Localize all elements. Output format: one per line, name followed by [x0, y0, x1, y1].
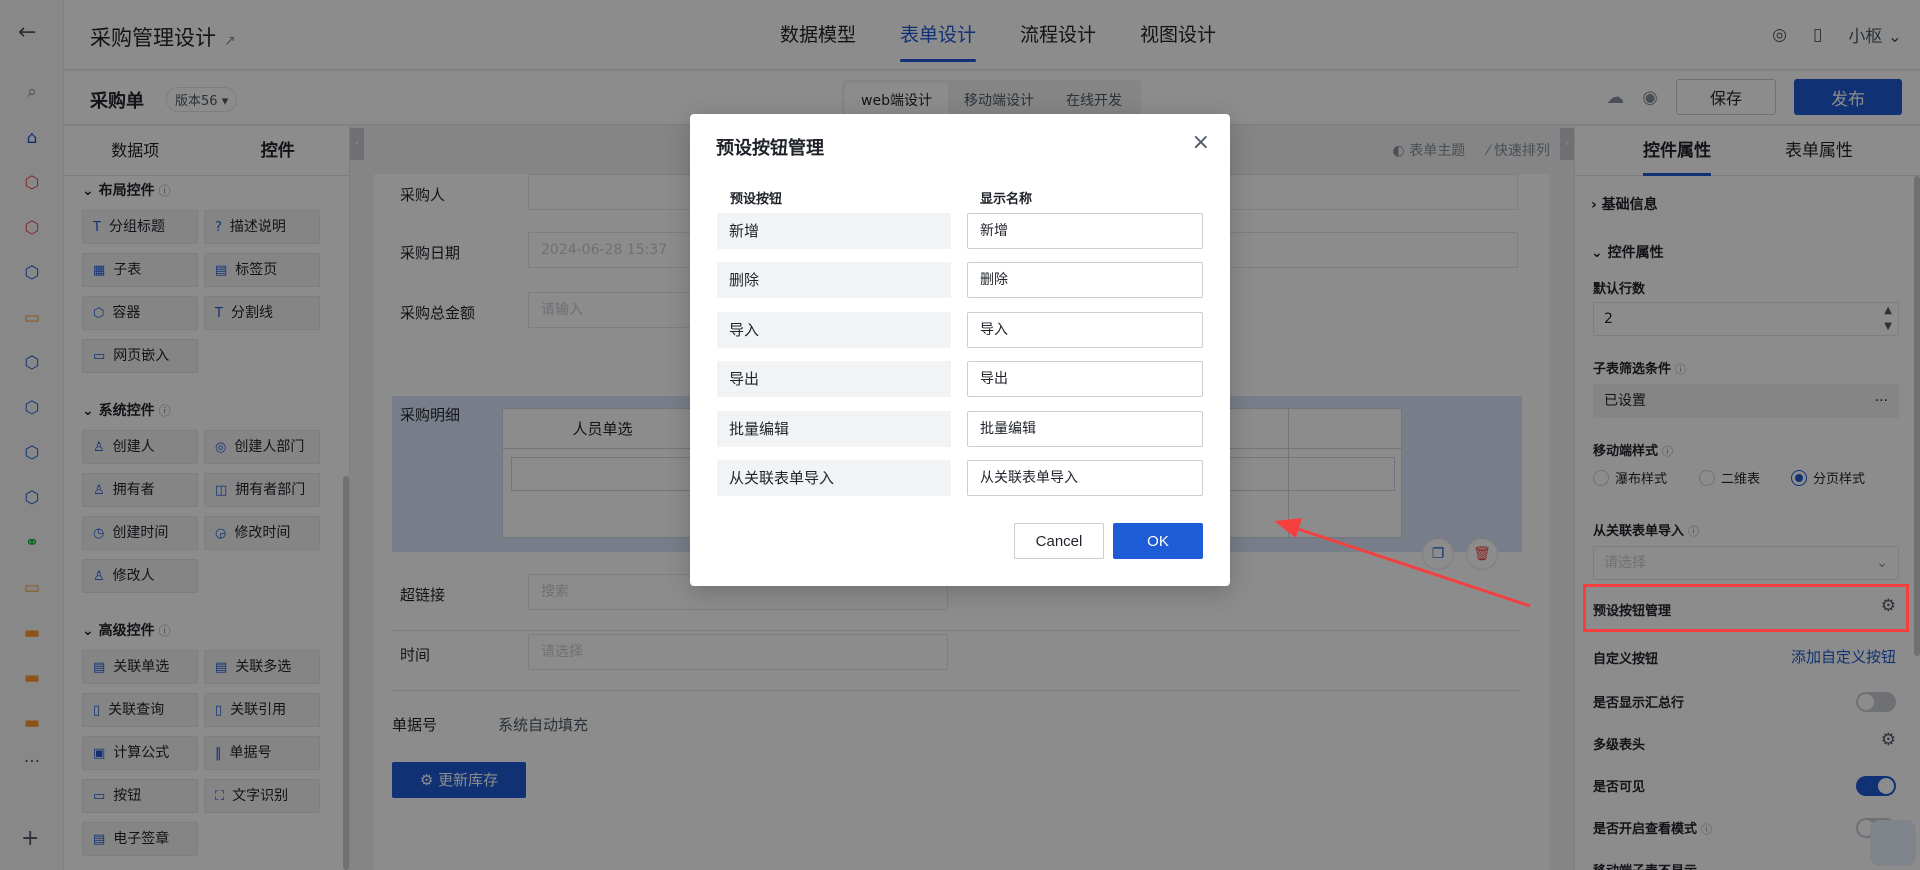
display-name-input[interactable]: 导入	[967, 312, 1203, 348]
close-icon[interactable]: ×	[1192, 130, 1210, 155]
col-header-display: 显示名称	[980, 192, 1033, 207]
col-header-preset: 预设按钮	[730, 192, 783, 207]
preset-name: 导出	[717, 361, 951, 397]
preset-name: 删除	[717, 262, 951, 298]
preset-name: 从关联表单导入	[717, 460, 951, 496]
preset-name: 批量编辑	[717, 411, 951, 447]
cancel-button[interactable]: Cancel	[1014, 523, 1104, 559]
display-name-input[interactable]: 新增	[967, 213, 1203, 249]
annotation-highlight-box	[1583, 584, 1909, 632]
display-name-input[interactable]: 删除	[967, 262, 1203, 298]
display-name-input[interactable]: 从关联表单导入	[967, 460, 1203, 496]
preset-name: 导入	[717, 312, 951, 348]
ok-button[interactable]: OK	[1113, 523, 1203, 559]
dialog-title: 预设按钮管理	[716, 138, 824, 159]
display-name-input[interactable]: 批量编辑	[967, 411, 1203, 447]
preset-name: 新增	[717, 213, 951, 249]
preset-button-dialog: 预设按钮管理 × 预设按钮 显示名称 新增 新增 删除 删除 导入 导入 导出 …	[690, 114, 1230, 586]
display-name-input[interactable]: 导出	[967, 361, 1203, 397]
